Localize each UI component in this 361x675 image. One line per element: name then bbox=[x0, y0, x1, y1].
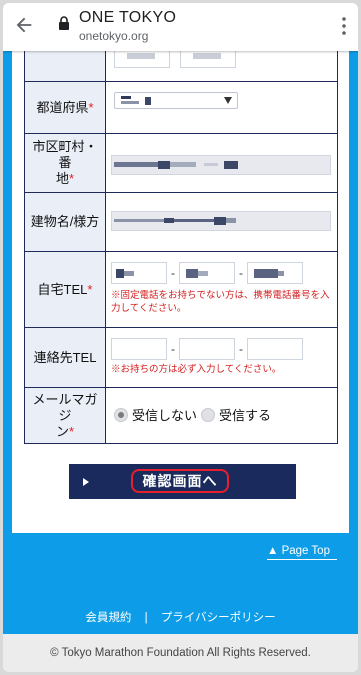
privacy-policy-link[interactable]: プライバシーポリシー bbox=[161, 612, 276, 624]
home-tel-field-cell: - - ※固定電話をお持ちでない方は、携帯電話番号を入力してください。 bbox=[105, 251, 338, 328]
terms-link[interactable]: 会員規約 bbox=[85, 612, 131, 624]
prefecture-label: 都道府県 bbox=[36, 99, 89, 115]
confirm-button[interactable]: 確認画面へ bbox=[69, 464, 296, 499]
tel-separator: - bbox=[171, 342, 175, 356]
home-tel-note: ※固定電話をお持ちでない方は、携帯電話番号を入力してください。 bbox=[111, 290, 330, 314]
city-label-line1: 市区町村・番 bbox=[32, 139, 98, 170]
required-mark: * bbox=[87, 281, 93, 297]
postal-code-input-2[interactable] bbox=[180, 48, 236, 68]
building-label-cell: 建物名/様方 bbox=[24, 192, 106, 252]
postal-code-input-1[interactable] bbox=[114, 48, 170, 68]
blurred-value bbox=[193, 53, 221, 59]
city-field-cell bbox=[105, 133, 338, 193]
address-form-table: 都道府県* 市区町村・番 地* 建物名/様方 自宅TEL* - - ※固定電話を… bbox=[24, 41, 338, 444]
lock-icon bbox=[59, 16, 69, 30]
page-top-link[interactable]: ▲ Page Top bbox=[267, 545, 337, 560]
home-tel-input-2[interactable] bbox=[179, 262, 235, 284]
blurred-value bbox=[121, 96, 151, 105]
form-panel: 都道府県* 市区町村・番 地* 建物名/様方 自宅TEL* - - ※固定電話を… bbox=[12, 41, 349, 533]
blurred-value bbox=[127, 53, 155, 59]
contact-tel-input-3[interactable] bbox=[247, 338, 303, 360]
form-row-newsletter: メールマガジ ン* 受信しない 受信する bbox=[24, 387, 338, 444]
contact-tel-label: 連絡先TEL bbox=[33, 349, 97, 365]
form-row-building: 建物名/様方 bbox=[24, 192, 338, 252]
prefecture-label-cell: 都道府県* bbox=[24, 81, 106, 134]
more-vert-icon[interactable] bbox=[342, 17, 346, 35]
footer-links: 会員規約 | プライバシーポリシー bbox=[3, 609, 358, 625]
contact-tel-input-1[interactable] bbox=[111, 338, 167, 360]
prefecture-field-cell bbox=[105, 81, 338, 134]
home-tel-input-3[interactable] bbox=[247, 262, 303, 284]
newsletter-label-cell: メールマガジ ン* bbox=[24, 387, 106, 444]
tel-separator: - bbox=[171, 266, 175, 280]
city-label-line2: 地 bbox=[55, 171, 69, 186]
contact-tel-field-cell: - - ※お持ちの方は必ず入力してください。 bbox=[105, 327, 338, 388]
confirm-button-label: 確認画面へ bbox=[131, 469, 229, 493]
arrow-back-icon[interactable] bbox=[13, 14, 35, 36]
footer-separator: | bbox=[144, 612, 148, 624]
blurred-value bbox=[186, 269, 208, 278]
play-arrow-icon bbox=[83, 478, 89, 486]
home-tel-input-1[interactable] bbox=[111, 262, 167, 284]
required-mark: * bbox=[68, 423, 75, 439]
home-tel-label-cell: 自宅TEL* bbox=[24, 251, 106, 328]
radio-label: 受信しない bbox=[132, 408, 198, 423]
form-row-prefecture: 都道府県* bbox=[24, 81, 338, 134]
chevron-down-icon bbox=[224, 97, 232, 104]
newsletter-field-cell: 受信しない 受信する bbox=[105, 387, 338, 444]
copyright-bar: © Tokyo Marathon Foundation All Rights R… bbox=[3, 634, 358, 672]
copyright-text: © Tokyo Marathon Foundation All Rights R… bbox=[50, 647, 311, 659]
building-input[interactable] bbox=[111, 211, 331, 231]
site-title: ONE TOKYO bbox=[79, 9, 177, 26]
radio-option-no-subscribe[interactable]: 受信しない bbox=[114, 405, 197, 424]
required-mark: * bbox=[68, 171, 75, 186]
form-row-home-tel: 自宅TEL* - - ※固定電話をお持ちでない方は、携帯電話番号を入力してくださ… bbox=[24, 251, 338, 328]
city-input[interactable] bbox=[111, 155, 331, 175]
newsletter-label-line2: ン bbox=[55, 423, 69, 439]
radio-button-checked[interactable] bbox=[114, 407, 128, 422]
newsletter-radio-group: 受信しない 受信する bbox=[114, 405, 275, 424]
building-field-cell bbox=[105, 192, 338, 252]
radio-button[interactable] bbox=[201, 407, 216, 422]
site-url[interactable]: onetokyo.org bbox=[79, 29, 148, 43]
page-body: 都道府県* 市区町村・番 地* 建物名/様方 自宅TEL* - - ※固定電話を… bbox=[3, 41, 358, 634]
tel-separator: - bbox=[239, 342, 243, 356]
newsletter-label-line1: メールマガジ bbox=[32, 391, 98, 423]
required-mark: * bbox=[88, 99, 94, 115]
contact-tel-input-2[interactable] bbox=[179, 338, 235, 360]
blurred-value bbox=[254, 269, 284, 278]
contact-tel-label-cell: 連絡先TEL bbox=[24, 327, 106, 388]
radio-option-subscribe[interactable]: 受信する bbox=[201, 405, 271, 424]
browser-window: ONE TOKYO onetokyo.org 都道府県* 市区町村・番 地* 建… bbox=[3, 3, 358, 672]
home-tel-label: 自宅TEL bbox=[37, 281, 88, 297]
radio-label: 受信する bbox=[219, 408, 272, 423]
blurred-value bbox=[116, 269, 134, 278]
form-row-city: 市区町村・番 地* bbox=[24, 133, 338, 193]
blurred-value bbox=[114, 217, 236, 225]
prefecture-select[interactable] bbox=[114, 92, 238, 109]
building-label: 建物名/様方 bbox=[30, 214, 100, 229]
browser-toolbar: ONE TOKYO onetokyo.org bbox=[3, 3, 358, 51]
city-label-cell: 市区町村・番 地* bbox=[24, 133, 106, 193]
form-row-contact-tel: 連絡先TEL - - ※お持ちの方は必ず入力してください。 bbox=[24, 327, 338, 388]
tel-separator: - bbox=[239, 266, 243, 280]
blurred-value bbox=[114, 161, 238, 169]
contact-tel-note: ※お持ちの方は必ず入力してください。 bbox=[111, 364, 282, 375]
